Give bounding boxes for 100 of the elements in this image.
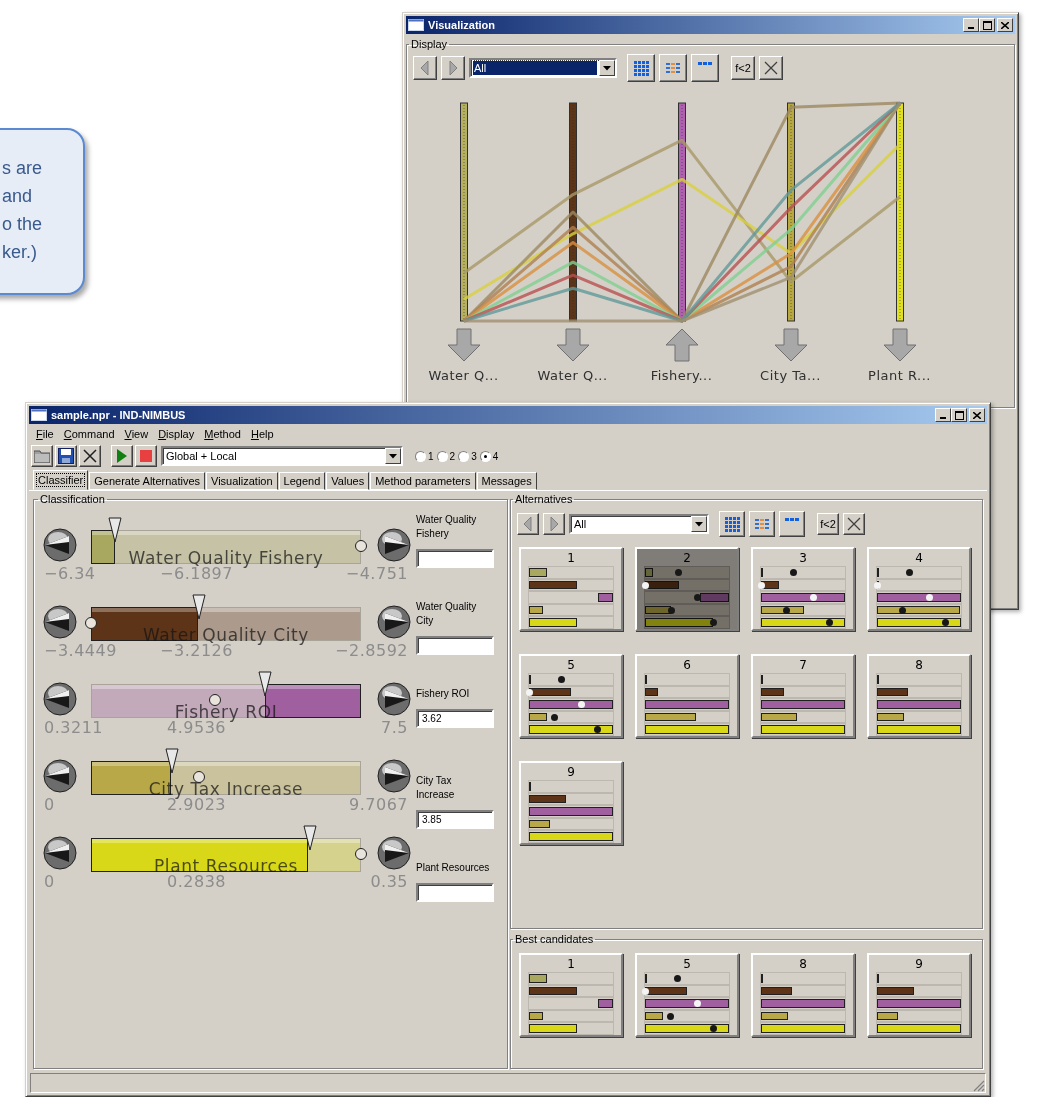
formula-button[interactable]: f<2 <box>731 56 755 80</box>
clear-button[interactable] <box>759 56 783 80</box>
menu-item[interactable]: View <box>119 425 154 442</box>
maximize-button[interactable] <box>951 408 967 422</box>
alternative-card[interactable]: 2 <box>635 547 739 631</box>
decrease-knob-icon[interactable] <box>43 605 77 639</box>
reference-point-marker[interactable] <box>85 617 97 629</box>
radio-button[interactable] <box>436 450 448 462</box>
radio-button[interactable] <box>479 450 491 462</box>
down-arrow-icon[interactable] <box>555 328 590 362</box>
window-icon <box>31 409 47 421</box>
dropdown-button[interactable] <box>385 448 401 464</box>
down-arrow-icon[interactable] <box>773 328 808 362</box>
save-button[interactable] <box>55 445 77 467</box>
tab[interactable]: Generate Alternatives <box>89 472 206 490</box>
alternative-card[interactable]: 8 <box>867 654 971 738</box>
alternative-card[interactable]: 9 <box>867 953 971 1037</box>
increase-knob-icon[interactable] <box>377 759 411 793</box>
tab[interactable]: Method parameters <box>370 472 476 490</box>
aspiration-input[interactable]: 3.85 <box>416 810 494 829</box>
aspiration-input[interactable] <box>416 883 494 902</box>
aspiration-marker-icon[interactable] <box>258 671 273 697</box>
aspiration-marker-icon[interactable] <box>165 748 179 774</box>
decrease-knob-icon[interactable] <box>43 682 77 716</box>
next-button[interactable] <box>543 513 565 535</box>
menu-item[interactable]: File <box>31 425 59 442</box>
alternative-card[interactable]: 1 <box>519 953 623 1037</box>
previous-button[interactable] <box>517 513 539 535</box>
radio-button[interactable] <box>458 450 470 462</box>
aspiration-input[interactable] <box>416 636 494 655</box>
radio-button[interactable] <box>415 450 426 462</box>
dropdown-value: All <box>573 517 588 531</box>
scope-dropdown[interactable]: Global + Local <box>161 446 403 466</box>
reference-point-marker[interactable] <box>355 848 367 860</box>
reference-point-marker[interactable] <box>209 694 222 706</box>
previous-button[interactable] <box>413 56 437 80</box>
alternative-card[interactable]: 1 <box>519 547 623 631</box>
increase-knob-icon[interactable] <box>377 528 411 562</box>
max-value: 9.7067 <box>348 795 408 816</box>
aspiration-input[interactable] <box>416 549 494 568</box>
alternative-card[interactable]: 6 <box>635 654 739 738</box>
close-button[interactable] <box>969 408 985 422</box>
dropdown-button[interactable] <box>599 60 615 76</box>
decrease-knob-icon[interactable] <box>43 528 77 562</box>
run-button[interactable] <box>111 445 133 467</box>
tab[interactable]: Messages <box>476 472 537 490</box>
view-button[interactable] <box>627 54 655 82</box>
tab[interactable]: Classifier <box>33 470 89 490</box>
aspiration-marker-icon[interactable] <box>302 825 317 851</box>
formula-button[interactable]: f<2 <box>817 513 839 535</box>
alternative-card[interactable]: 7 <box>751 654 855 738</box>
aspiration-input[interactable]: 3.62 <box>416 709 494 728</box>
view-button[interactable] <box>749 511 775 537</box>
down-arrow-icon[interactable] <box>882 328 917 362</box>
stop-button[interactable] <box>135 445 157 467</box>
clear-button[interactable] <box>843 513 865 535</box>
decrease-knob-icon[interactable] <box>43 759 77 793</box>
alternative-card[interactable]: 5 <box>635 953 739 1037</box>
alternative-card[interactable]: 4 <box>867 547 971 631</box>
view-button[interactable] <box>719 511 745 537</box>
tab[interactable]: Values <box>326 472 370 490</box>
reference-point-marker[interactable] <box>355 540 367 552</box>
menu-item[interactable]: Method <box>199 425 246 442</box>
resize-grip-icon[interactable] <box>973 1080 985 1092</box>
menu-item[interactable]: Command <box>58 425 120 442</box>
increase-knob-icon[interactable] <box>377 836 411 870</box>
increase-knob-icon[interactable] <box>377 682 411 716</box>
increase-knob-icon[interactable] <box>377 605 411 639</box>
close-file-button[interactable] <box>79 445 101 467</box>
decrease-knob-icon[interactable] <box>43 836 77 870</box>
filter-dropdown[interactable]: All <box>569 514 709 534</box>
filter-dropdown[interactable]: All <box>469 58 617 78</box>
next-button[interactable] <box>441 56 465 80</box>
alternative-card[interactable]: 5 <box>519 654 623 738</box>
aspiration-marker-icon[interactable] <box>192 594 206 620</box>
axis-label: Plant R... <box>868 368 931 383</box>
alternative-card[interactable]: 3 <box>751 547 855 631</box>
down-arrow-icon[interactable] <box>446 328 481 362</box>
maximize-button[interactable] <box>979 18 995 32</box>
reference-point-marker[interactable] <box>193 771 205 783</box>
alternative-card[interactable]: 9 <box>519 761 623 845</box>
menu-item[interactable]: Display <box>153 425 200 442</box>
dropdown-button[interactable] <box>691 516 707 532</box>
alternative-card[interactable]: 8 <box>751 953 855 1037</box>
minimize-button[interactable] <box>963 18 979 32</box>
up-arrow-icon[interactable] <box>664 328 699 362</box>
aspiration-marker-icon[interactable] <box>108 517 123 543</box>
radio-option[interactable]: 1 <box>415 450 434 462</box>
tab[interactable]: Legend <box>278 472 326 490</box>
minimize-button[interactable] <box>935 408 951 422</box>
view-button[interactable] <box>659 54 687 82</box>
menu-item[interactable]: Help <box>245 425 279 442</box>
radio-option[interactable]: 3 <box>458 450 477 462</box>
close-button[interactable] <box>997 18 1013 32</box>
tab[interactable]: Visualization <box>206 472 278 490</box>
radio-option[interactable]: 2 <box>436 450 456 462</box>
view-button[interactable] <box>691 54 719 82</box>
open-button[interactable] <box>31 445 53 467</box>
view-button[interactable] <box>779 511 805 537</box>
radio-option[interactable]: 4 <box>479 450 499 462</box>
